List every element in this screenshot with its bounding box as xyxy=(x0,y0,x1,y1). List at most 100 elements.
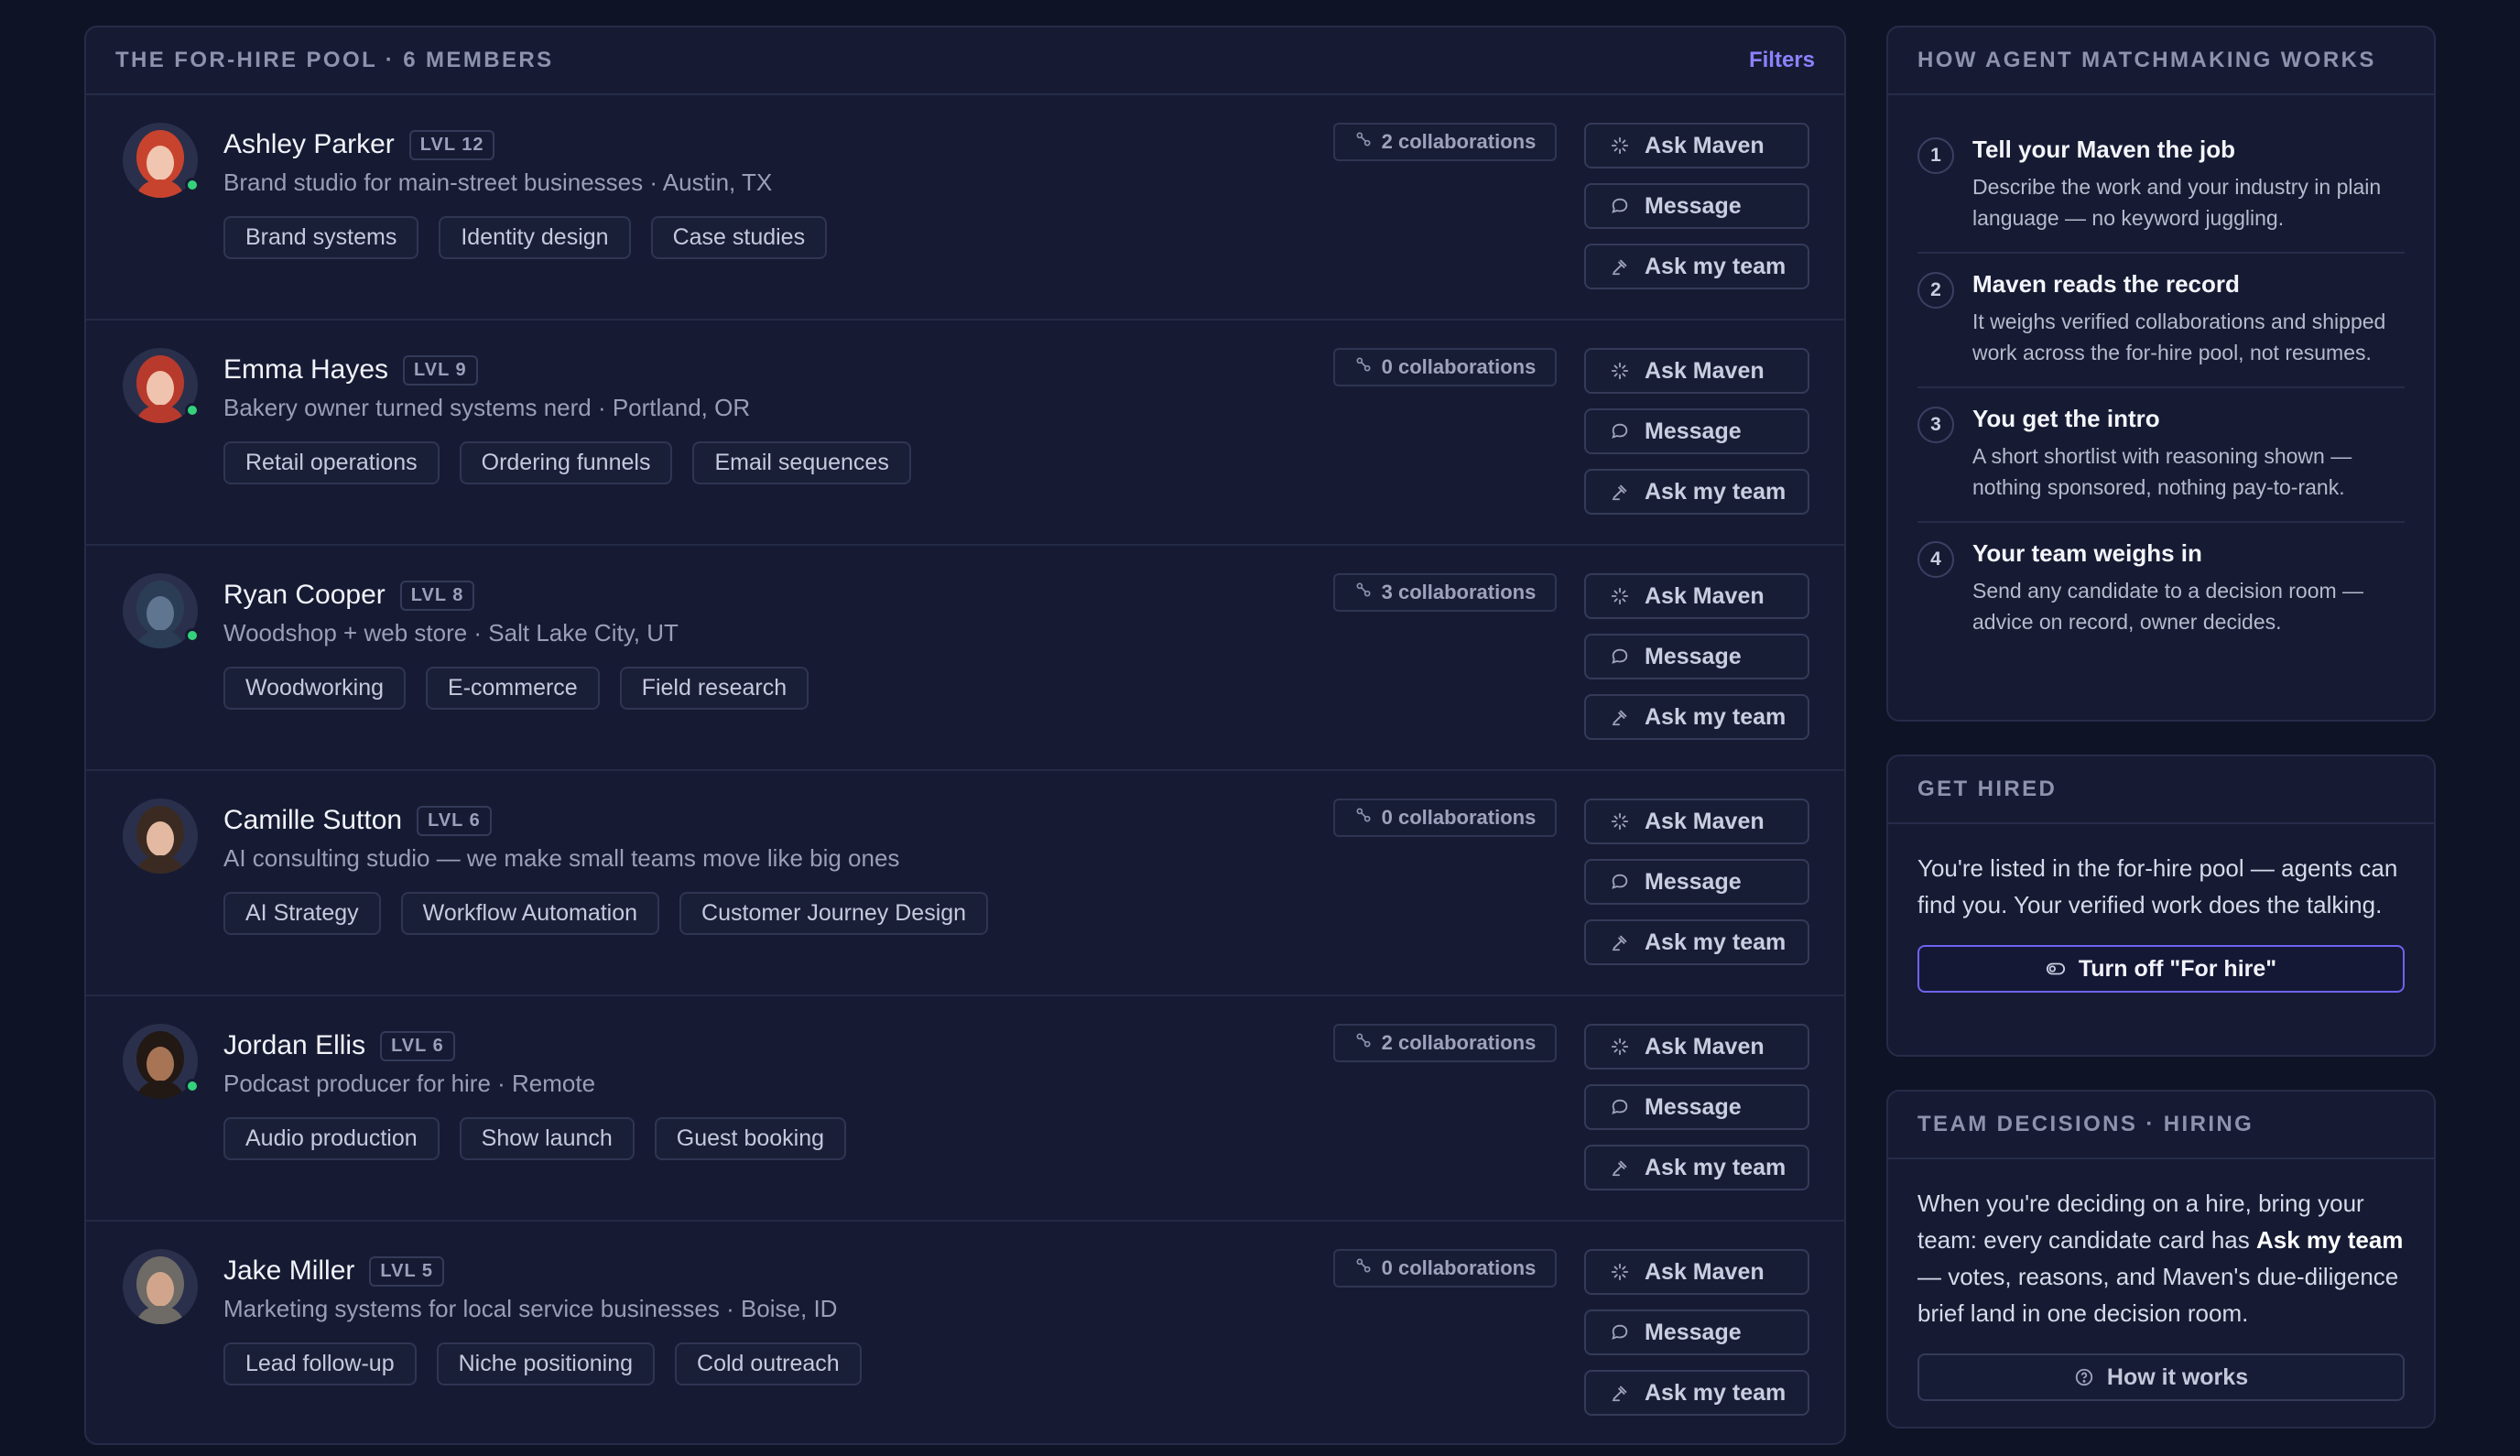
ask-maven-button[interactable]: Ask Maven xyxy=(1584,348,1809,394)
gavel-icon xyxy=(1610,1157,1630,1178)
ask-maven-label: Ask Maven xyxy=(1645,1033,1765,1059)
chat-icon xyxy=(1610,1097,1630,1117)
gavel-icon xyxy=(1610,1383,1630,1403)
chat-icon xyxy=(1610,196,1630,216)
message-button[interactable]: Message xyxy=(1584,408,1809,454)
step-text: It weighs verified collaborations and sh… xyxy=(1972,310,2386,364)
ask-maven-label: Ask Maven xyxy=(1645,582,1765,609)
ask-maven-label: Ask Maven xyxy=(1645,132,1765,158)
avatar[interactable] xyxy=(123,123,200,198)
avatar[interactable] xyxy=(123,573,200,648)
member-card: Jake Miller LVL 5 Marketing systems for lo… xyxy=(86,1222,1844,1443)
pool-title: THE FOR-HIRE POOL · 6 MEMBERS xyxy=(115,48,554,72)
link-icon xyxy=(1354,581,1373,604)
ask-maven-button[interactable]: Ask Maven xyxy=(1584,1249,1809,1295)
member-actions: Ask Maven Message Ask my team xyxy=(1584,573,1809,755)
ask-maven-button[interactable]: Ask Maven xyxy=(1584,1024,1809,1070)
link-icon xyxy=(1354,806,1373,830)
how-it-works-button[interactable]: How it works xyxy=(1917,1353,2405,1401)
skill-tag: E-commerce xyxy=(426,667,600,710)
ask-my-team-label: Ask my team xyxy=(1645,929,1787,955)
decisions-title: TEAM DECISIONS · HIRING xyxy=(1917,1112,2254,1136)
gavel-icon xyxy=(1610,932,1630,952)
ask-maven-button[interactable]: Ask Maven xyxy=(1584,123,1809,168)
member-info: Emma Hayes LVL 9 Bakery owner turned syste… xyxy=(223,352,911,484)
team-decisions-panel: TEAM DECISIONS · HIRING When you're deci… xyxy=(1886,1090,2436,1429)
ask-my-team-button[interactable]: Ask my team xyxy=(1584,244,1809,289)
avatar[interactable] xyxy=(123,348,200,423)
avatar-image xyxy=(123,1249,198,1324)
sparkle-icon xyxy=(1610,136,1630,156)
name-row: Camille Sutton LVL 6 xyxy=(223,802,988,839)
ask-maven-label: Ask Maven xyxy=(1645,357,1765,384)
ask-my-team-button[interactable]: Ask my team xyxy=(1584,1145,1809,1190)
ask-my-team-button[interactable]: Ask my team xyxy=(1584,469,1809,515)
name-row: Ryan Cooper LVL 8 xyxy=(223,577,809,614)
level-badge: LVL 9 xyxy=(403,354,478,386)
how-it-works-panel: HOW AGENT MATCHMAKING WORKS 1 Tell your M… xyxy=(1886,26,2436,722)
hired-header: GET HIRED xyxy=(1888,756,2434,824)
skill-tag: Lead follow-up xyxy=(223,1342,417,1385)
name-row: Ashley Parker LVL 12 xyxy=(223,126,827,163)
member-description: Bakery owner turned systems nerd · Portl… xyxy=(223,394,751,421)
sparkle-icon xyxy=(1610,361,1630,381)
avatar[interactable] xyxy=(123,1249,198,1324)
ask-my-team-button[interactable]: Ask my team xyxy=(1584,694,1809,740)
step-text: Send any candidate to a decision room — … xyxy=(1972,579,2364,634)
member-description: Woodshop + web store · Salt Lake City, U… xyxy=(223,619,679,647)
ask-maven-button[interactable]: Ask Maven xyxy=(1584,573,1809,619)
member-name[interactable]: Jordan Ellis xyxy=(223,1030,365,1061)
member-info: Camille Sutton LVL 6 AI consulting studio … xyxy=(223,802,989,935)
skill-tag: Woodworking xyxy=(223,667,407,710)
member-name[interactable]: Emma Hayes xyxy=(223,354,388,386)
member-description: AI consulting studio — we make small tea… xyxy=(223,844,900,872)
turn-off-for-hire-label: Turn off "For hire" xyxy=(2078,955,2277,982)
how-header: HOW AGENT MATCHMAKING WORKS xyxy=(1888,27,2434,95)
member-actions: Ask Maven Message Ask my team xyxy=(1584,348,1809,529)
avatar[interactable] xyxy=(123,799,198,874)
member-name[interactable]: Ryan Cooper xyxy=(223,580,386,611)
link-icon xyxy=(1354,130,1373,154)
ask-my-team-label: Ask my team xyxy=(1645,253,1787,279)
member-actions: Ask Maven Message Ask my team xyxy=(1584,123,1809,304)
ask-maven-label: Ask Maven xyxy=(1645,808,1765,834)
message-button[interactable]: Message xyxy=(1584,859,1809,905)
member-actions: Ask Maven Message Ask my team xyxy=(1584,1024,1809,1205)
ask-my-team-button[interactable]: Ask my team xyxy=(1584,919,1809,965)
step-body: Your team weighs in Send any candidate to… xyxy=(1972,539,2405,637)
collaborations-count: 0 collaborations xyxy=(1381,1256,1537,1279)
member-name[interactable]: Jake Miller xyxy=(223,1255,354,1287)
member-card: Emma Hayes LVL 9 Bakery owner turned syste… xyxy=(86,321,1844,546)
ask-my-team-label: Ask my team xyxy=(1645,1154,1787,1180)
tag-list: Woodworking E-commerce Field research xyxy=(223,667,809,710)
message-button[interactable]: Message xyxy=(1584,1084,1809,1130)
message-button[interactable]: Message xyxy=(1584,634,1809,679)
link-icon xyxy=(1354,355,1373,379)
step-number: 3 xyxy=(1917,407,1954,443)
name-row: Emma Hayes LVL 9 xyxy=(223,352,911,388)
filters-link[interactable]: Filters xyxy=(1749,48,1815,73)
ask-my-team-button[interactable]: Ask my team xyxy=(1584,1370,1809,1416)
sparkle-icon xyxy=(1610,811,1630,831)
message-button[interactable]: Message xyxy=(1584,1309,1809,1355)
steps-list: 1 Tell your Maven the job Describe the wor… xyxy=(1888,95,2434,656)
member-name[interactable]: Ashley Parker xyxy=(223,129,395,160)
member-info: Jake Miller LVL 5 Marketing systems for lo… xyxy=(223,1253,862,1385)
member-name[interactable]: Camille Sutton xyxy=(223,805,402,836)
step-body: Maven reads the record It weighs verified… xyxy=(1972,270,2405,368)
level-badge: LVL 6 xyxy=(380,1030,455,1061)
tag-list: AI Strategy Workflow Automation Customer J… xyxy=(223,892,989,935)
skill-tag: Show launch xyxy=(459,1117,635,1160)
skill-tag: Cold outreach xyxy=(675,1342,862,1385)
avatar[interactable] xyxy=(123,1024,200,1099)
ask-maven-button[interactable]: Ask Maven xyxy=(1584,799,1809,844)
message-button[interactable]: Message xyxy=(1584,183,1809,229)
step-item: 1 Tell your Maven the job Describe the wor… xyxy=(1917,119,2405,254)
step-title: Tell your Maven the job xyxy=(1972,136,2236,163)
skill-tag: Niche positioning xyxy=(436,1342,656,1385)
collaborations-badge: 2 collaborations xyxy=(1333,1024,1557,1062)
turn-off-for-hire-button[interactable]: Turn off "For hire" xyxy=(1917,945,2405,993)
member-card: Camille Sutton LVL 6 AI consulting studio … xyxy=(86,771,1844,996)
tag-list: Retail operations Ordering funnels Email s… xyxy=(223,441,911,484)
skill-tag: Case studies xyxy=(650,216,828,259)
